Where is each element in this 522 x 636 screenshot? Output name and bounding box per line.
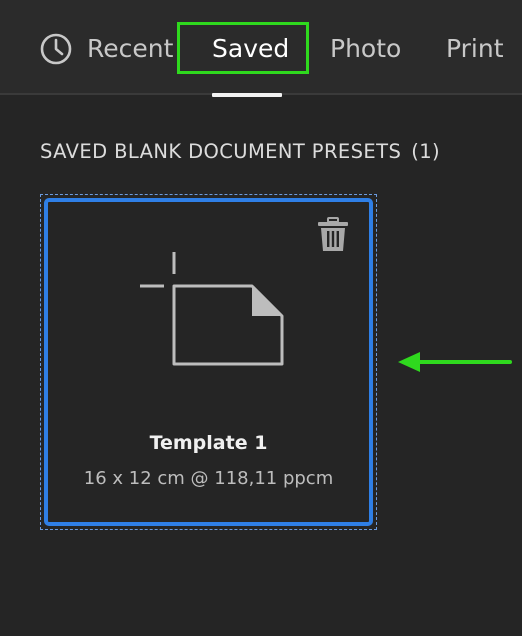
trash-icon[interactable] bbox=[317, 217, 349, 253]
active-tab-indicator bbox=[212, 93, 282, 97]
tab-bar: Recent Saved Photo Print bbox=[0, 0, 522, 97]
arrow-left-icon bbox=[398, 352, 512, 372]
clock-icon bbox=[40, 33, 72, 65]
section-title: SAVED BLANK DOCUMENT PRESETS (1) bbox=[40, 140, 440, 163]
preset-size: 16 x 12 cm @ 118,11 ppcm bbox=[83, 468, 334, 489]
tab-saved-label: Saved bbox=[212, 34, 290, 63]
preset-card[interactable]: Template 1 16 x 12 cm @ 118,11 ppcm bbox=[40, 194, 377, 530]
tab-recent-label: Recent bbox=[87, 34, 174, 63]
section-title-text: SAVED BLANK DOCUMENT PRESETS bbox=[40, 140, 402, 163]
preset-count: (1) bbox=[411, 140, 441, 163]
tab-print-label: Print bbox=[446, 34, 504, 63]
preset-name: Template 1 bbox=[149, 432, 268, 454]
preset-card-inner: Template 1 16 x 12 cm @ 118,11 ppcm bbox=[44, 198, 373, 526]
tab-saved[interactable]: Saved bbox=[212, 29, 289, 69]
tab-photo-label: Photo bbox=[330, 34, 402, 63]
tab-print[interactable]: Print bbox=[446, 29, 504, 69]
tab-photo[interactable]: Photo bbox=[330, 29, 401, 69]
blank-document-icon bbox=[140, 252, 284, 366]
